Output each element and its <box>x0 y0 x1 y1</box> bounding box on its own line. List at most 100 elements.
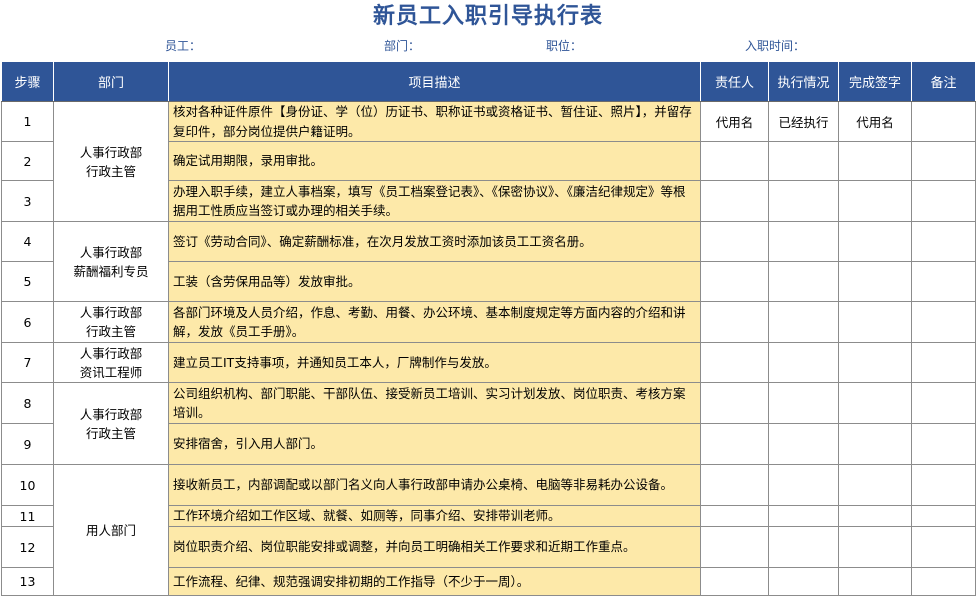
step-cell[interactable]: 13 <box>1 567 54 596</box>
dept-cell[interactable]: 人事行政部 薪酬福利专员 <box>53 221 169 302</box>
header-sign: 完成签字 <box>838 61 912 102</box>
step-cell[interactable]: 2 <box>1 141 54 181</box>
step-cell[interactable]: 3 <box>1 180 54 222</box>
status-cell[interactable] <box>768 505 839 527</box>
owner-cell[interactable] <box>700 464 769 506</box>
sign-cell[interactable] <box>838 526 912 568</box>
remark-cell[interactable] <box>911 101 976 142</box>
desc-cell[interactable]: 工作流程、纪律、规范强调安排初期的工作指导（不少于一周）。 <box>168 567 701 596</box>
step-cell[interactable]: 9 <box>1 423 54 465</box>
desc-cell[interactable]: 工作环境介绍如工作区域、就餐、如厕等，同事介绍、安排带训老师。 <box>168 505 701 527</box>
header-remark: 备注 <box>911 61 976 102</box>
desc-cell[interactable]: 签订《劳动合同》、确定薪酬标准，在次月发放工资时添加该员工工资名册。 <box>168 221 701 262</box>
header-row: 步骤 部门 项目描述 责任人 执行情况 完成签字 备注 <box>1 61 976 102</box>
dept-cell[interactable]: 人事行政部 行政主管 <box>53 301 169 343</box>
table-row: 8 人事行政部 行政主管 公司组织机构、部门职能、干部队伍、接受新员工培训、实习… <box>1 382 976 465</box>
step-cell[interactable]: 11 <box>1 505 54 527</box>
owner-cell[interactable] <box>700 221 769 262</box>
remark-cell[interactable] <box>911 526 976 568</box>
dept-label: 部门： <box>384 39 421 53</box>
status-cell[interactable] <box>768 342 839 383</box>
page-title: 新员工入职引导执行表 <box>372 4 603 29</box>
status-cell[interactable] <box>768 261 839 302</box>
step-cell[interactable]: 12 <box>1 526 54 568</box>
sign-cell[interactable]: 代用名 <box>838 101 912 142</box>
desc-cell[interactable]: 办理入职手续，建立人事档案，填写《员工档案登记表》、《保密协议》、《廉洁纪律规定… <box>168 180 701 222</box>
sign-cell[interactable] <box>838 180 912 222</box>
remark-cell[interactable] <box>911 423 976 465</box>
sign-cell[interactable] <box>838 141 912 181</box>
header-step: 步骤 <box>1 61 54 102</box>
remark-cell[interactable] <box>911 180 976 222</box>
desc-cell[interactable]: 公司组织机构、部门职能、干部队伍、接受新员工培训、实习计划发放、岗位职责、考核方… <box>168 382 701 424</box>
step-cell[interactable]: 5 <box>1 261 54 302</box>
desc-cell[interactable]: 岗位职责介绍、岗位职能安排或调整，并向员工明确相关工作要求和近期工作重点。 <box>168 526 701 568</box>
sign-cell[interactable] <box>838 505 912 527</box>
status-cell[interactable] <box>768 141 839 181</box>
remark-cell[interactable] <box>911 261 976 302</box>
owner-cell[interactable] <box>700 382 769 424</box>
owner-cell[interactable] <box>700 261 769 302</box>
table-row: 1 人事行政部 行政主管 核对各种证件原件【身份证、学（位）历证书、职称证书或资… <box>1 101 976 222</box>
remark-cell[interactable] <box>911 464 976 506</box>
remark-cell[interactable] <box>911 505 976 527</box>
remark-cell[interactable] <box>911 221 976 262</box>
remark-cell[interactable] <box>911 342 976 383</box>
owner-cell[interactable] <box>700 301 769 343</box>
desc-cell[interactable]: 建立员工IT支持事项，并通知员工本人，厂牌制作与发放。 <box>168 342 701 383</box>
step-cell[interactable]: 6 <box>1 301 54 343</box>
owner-cell[interactable] <box>700 180 769 222</box>
status-cell[interactable] <box>768 464 839 506</box>
desc-cell[interactable]: 确定试用期限，录用审批。 <box>168 141 701 181</box>
remark-cell[interactable] <box>911 141 976 181</box>
header-dept: 部门 <box>53 61 169 102</box>
owner-cell[interactable] <box>700 423 769 465</box>
header-status: 执行情况 <box>768 61 839 102</box>
dept-cell[interactable]: 人事行政部 行政主管 <box>53 382 169 465</box>
owner-cell[interactable]: 代用名 <box>700 101 769 142</box>
sign-cell[interactable] <box>838 221 912 262</box>
owner-cell[interactable] <box>700 141 769 181</box>
owner-cell[interactable] <box>700 567 769 596</box>
step-cell[interactable]: 7 <box>1 342 54 383</box>
table-row: 7 人事行政部 资讯工程师 建立员工IT支持事项，并通知员工本人，厂牌制作与发放… <box>1 342 976 383</box>
status-cell[interactable]: 已经执行 <box>768 101 839 142</box>
status-cell[interactable] <box>768 567 839 596</box>
owner-cell[interactable] <box>700 342 769 383</box>
status-cell[interactable] <box>768 423 839 465</box>
position-label: 职位： <box>546 39 583 53</box>
desc-cell[interactable]: 安排宿舍，引入用人部门。 <box>168 423 701 465</box>
onboard-date-label: 入职时间： <box>745 39 806 53</box>
desc-cell[interactable]: 各部门环境及人员介绍，作息、考勤、用餐、办公环境、基本制度规定等方面内容的介绍和… <box>168 301 701 343</box>
sign-cell[interactable] <box>838 261 912 302</box>
desc-cell[interactable]: 工装（含劳保用品等）发放审批。 <box>168 261 701 302</box>
step-cell[interactable]: 4 <box>1 221 54 262</box>
status-cell[interactable] <box>768 180 839 222</box>
step-cell[interactable]: 1 <box>1 101 54 142</box>
dept-cell[interactable]: 人事行政部 行政主管 <box>53 101 169 222</box>
remark-cell[interactable] <box>911 567 976 596</box>
desc-cell[interactable]: 接收新员工，内部调配或以部门名义向人事行政部申请办公桌椅、电脑等非易耗办公设备。 <box>168 464 701 506</box>
sign-cell[interactable] <box>838 382 912 424</box>
sign-cell[interactable] <box>838 567 912 596</box>
owner-cell[interactable] <box>700 505 769 527</box>
table-row: 4 人事行政部 薪酬福利专员 签订《劳动合同》、确定薪酬标准，在次月发放工资时添… <box>1 221 976 302</box>
status-cell[interactable] <box>768 382 839 424</box>
sign-cell[interactable] <box>838 423 912 465</box>
sign-cell[interactable] <box>838 342 912 383</box>
status-cell[interactable] <box>768 221 839 262</box>
onboarding-table: 步骤 部门 项目描述 责任人 执行情况 完成签字 备注 1 人事行政部 行政主管… <box>1 61 976 596</box>
remark-cell[interactable] <box>911 301 976 343</box>
owner-cell[interactable] <box>700 526 769 568</box>
desc-cell[interactable]: 核对各种证件原件【身份证、学（位）历证书、职称证书或资格证书、暂住证、照片】，并… <box>168 101 701 142</box>
dept-cell[interactable]: 人事行政部 资讯工程师 <box>53 342 169 383</box>
step-cell[interactable]: 8 <box>1 382 54 424</box>
remark-cell[interactable] <box>911 382 976 424</box>
step-cell[interactable]: 10 <box>1 464 54 506</box>
status-cell[interactable] <box>768 526 839 568</box>
dept-cell[interactable]: 用人部门 <box>53 464 169 596</box>
header-owner: 责任人 <box>700 61 769 102</box>
sign-cell[interactable] <box>838 464 912 506</box>
status-cell[interactable] <box>768 301 839 343</box>
sign-cell[interactable] <box>838 301 912 343</box>
